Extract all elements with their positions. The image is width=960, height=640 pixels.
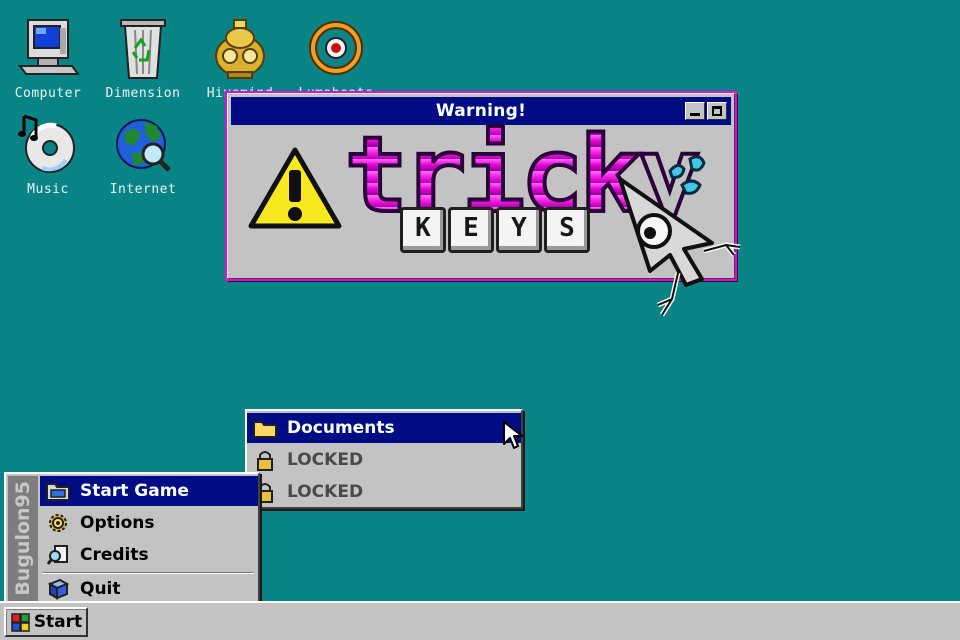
start-menu-item-credits[interactable]: Credits (40, 540, 258, 570)
eye-ring-icon (309, 21, 363, 75)
gear-icon (44, 511, 72, 535)
game-logo: tricky K E Y S (343, 121, 703, 265)
submenu-item-documents[interactable]: Documents (247, 413, 521, 443)
start-button[interactable]: Start (4, 607, 88, 637)
submenu-item-locked[interactable]: LOCKED (247, 477, 521, 507)
logo-key: K (400, 207, 446, 253)
logo-key: E (448, 207, 494, 253)
start-menu: Bugulon95 Start Game Options Credits Qui… (4, 472, 260, 606)
exit-cube-icon (44, 577, 72, 601)
computer-icon (18, 19, 80, 75)
folder-window-icon (44, 479, 72, 503)
logo-key: Y (496, 207, 542, 253)
start-menu-item-options[interactable]: Options (40, 508, 258, 538)
desktop-label: Dimension (105, 86, 181, 101)
desktop-icon-music[interactable]: Music (0, 112, 96, 197)
start-menu-item-label: Start Game (80, 481, 189, 501)
lock-icon (251, 448, 279, 472)
start-menu-item-label: Quit (80, 579, 121, 599)
submenu-item-label: LOCKED (287, 482, 364, 502)
submenu-item-locked[interactable]: LOCKED (247, 445, 521, 475)
start-menu-brand-strip: Bugulon95 (8, 476, 38, 602)
desktop-label: Music (27, 182, 69, 197)
start-logo-icon (11, 613, 30, 632)
cursor-mascot-icon (618, 155, 741, 317)
desktop-icon-hivemind[interactable]: Hivemind (192, 16, 288, 101)
submenu-item-label: LOCKED (287, 450, 364, 470)
globe-magnifier-icon (116, 119, 171, 172)
magnifier-document-icon (44, 543, 72, 567)
taskbar: Start (0, 601, 960, 640)
recycle-bin-icon (120, 19, 166, 79)
logo-key: S (544, 207, 590, 253)
start-menu-item-start-game[interactable]: Start Game (40, 476, 258, 506)
music-cd-icon (18, 114, 75, 173)
maximize-button[interactable] (707, 102, 727, 120)
start-button-label: Start (33, 612, 83, 632)
documents-submenu: Documents LOCKED LOCKED (245, 409, 523, 509)
desktop-icon-computer[interactable]: Computer (0, 16, 96, 101)
desktop-label: Computer (14, 86, 82, 101)
brand-text: Bugulon95 (12, 481, 34, 596)
start-menu-item-label: Options (80, 513, 155, 533)
desktop-label: Internet (109, 182, 177, 197)
golden-idol-icon (215, 19, 265, 79)
submenu-item-label: Documents (287, 418, 395, 438)
logo-keys: K E Y S (400, 207, 590, 253)
warning-triangle-icon (248, 147, 342, 229)
start-menu-item-quit[interactable]: Quit (40, 574, 258, 604)
desktop-icon-internet[interactable]: Internet (95, 112, 191, 197)
mouse-pointer-icon (503, 421, 523, 449)
desktop-icon-lumabeats[interactable]: Lumabeats (288, 16, 384, 101)
start-menu-item-label: Credits (80, 545, 149, 565)
desktop-icon-dimension[interactable]: Dimension (95, 16, 191, 101)
folder-icon (251, 416, 279, 440)
